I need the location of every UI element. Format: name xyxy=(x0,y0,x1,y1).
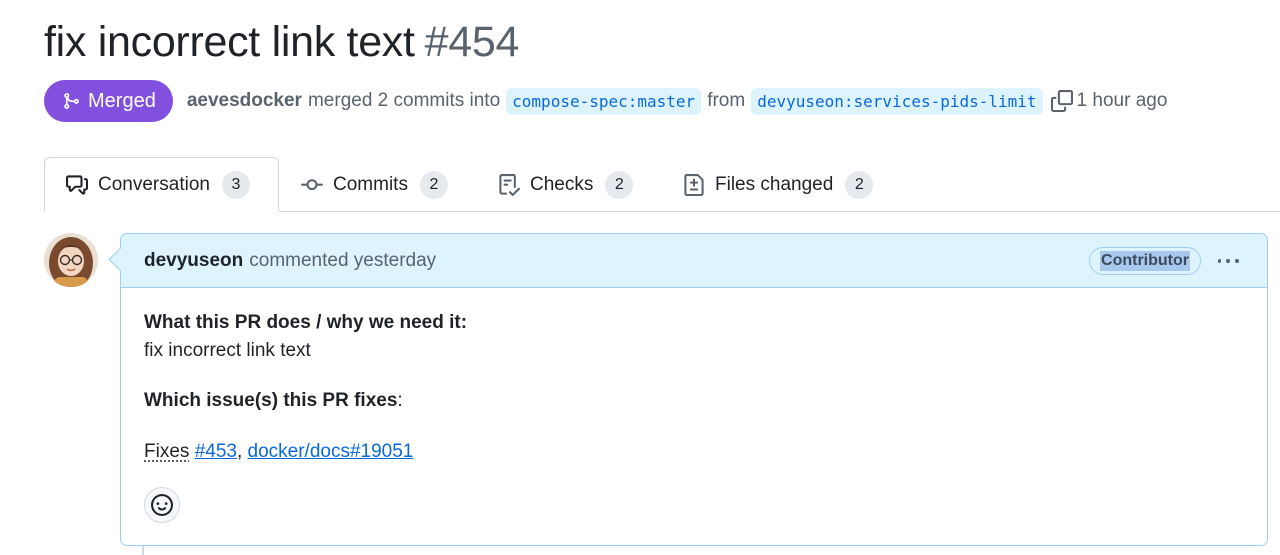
comment-discussion-icon xyxy=(66,174,88,196)
from-text: from xyxy=(707,90,746,111)
issue-link-docker-docs[interactable]: docker/docs#19051 xyxy=(248,441,414,462)
tab-counter: 3 xyxy=(221,170,250,199)
tab-checks[interactable]: Checks 2 xyxy=(498,157,634,212)
tab-files-changed[interactable]: Files changed 2 xyxy=(683,157,874,212)
comment-heading-2: Which issue(s) this PR fixes: xyxy=(144,390,403,412)
git-commit-icon xyxy=(301,174,323,196)
pr-tabs: Conversation 3 Commits 2 Checks 2 Files … xyxy=(0,157,1280,212)
merger-author-link[interactable]: aevesdocker xyxy=(187,90,302,112)
tab-commits[interactable]: Commits 2 xyxy=(301,157,448,212)
kebab-menu-button[interactable] xyxy=(1215,248,1241,274)
file-diff-icon xyxy=(683,173,705,196)
tab-counter: 2 xyxy=(845,170,874,199)
avatar[interactable] xyxy=(44,233,98,287)
comment-box: devyuseon commented yesterday Contributo… xyxy=(120,233,1268,546)
role-label: Contributor xyxy=(1100,251,1190,271)
tab-label: Files changed xyxy=(715,173,834,195)
tab-label: Commits xyxy=(333,173,408,195)
merge-action-text: merged 2 commits into xyxy=(307,90,501,111)
state-label: Merged xyxy=(88,89,156,112)
copy-icon[interactable] xyxy=(1050,90,1073,112)
issue-link-453[interactable]: #453 xyxy=(195,441,237,462)
base-branch-link[interactable]: compose-spec:master xyxy=(506,87,702,115)
fixes-label: Fixes xyxy=(144,441,190,462)
timeline-connector xyxy=(142,545,144,555)
head-branch-link[interactable]: devyuseon:services-pids-limit xyxy=(751,87,1043,115)
smiley-icon xyxy=(151,494,173,516)
heading-2-colon: : xyxy=(397,390,403,411)
checklist-icon xyxy=(498,173,520,196)
tab-label: Checks xyxy=(530,173,594,195)
page-title: fix incorrect link text #454 xyxy=(44,18,519,67)
tab-label: Conversation xyxy=(98,173,210,195)
pr-title: fix incorrect link text xyxy=(44,18,415,66)
heading-2-text: Which issue(s) this PR fixes xyxy=(144,390,398,411)
link-separator: , xyxy=(236,441,243,462)
merge-time: 1 hour ago xyxy=(1076,90,1168,111)
pr-number: #454 xyxy=(424,18,520,66)
add-reaction-button[interactable] xyxy=(144,487,180,523)
comment-author-link[interactable]: devyuseon xyxy=(144,250,243,272)
tab-conversation[interactable]: Conversation 3 xyxy=(44,157,279,212)
fixes-line: Fixes #453, docker/docs#19051 xyxy=(144,441,413,463)
comment-text-1: fix incorrect link text xyxy=(144,340,311,361)
comment-heading-1: What this PR does / why we need it: xyxy=(144,312,468,333)
comment-timestamp[interactable]: commented yesterday xyxy=(249,250,436,272)
git-merge-icon xyxy=(64,93,79,109)
contributor-badge: Contributor xyxy=(1089,247,1201,275)
pr-meta: Merged aevesdocker merged 2 commits into… xyxy=(44,80,1173,122)
tab-counter: 2 xyxy=(605,170,634,199)
comment-header: devyuseon commented yesterday Contributo… xyxy=(121,234,1267,288)
merged-state-badge: Merged xyxy=(44,80,173,122)
tab-counter: 2 xyxy=(419,170,448,199)
